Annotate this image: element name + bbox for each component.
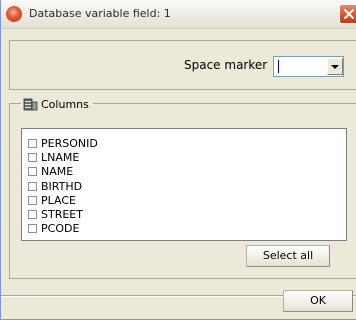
dropdown-arrow-button[interactable] (327, 58, 343, 75)
ok-button[interactable]: OK (283, 290, 353, 312)
column-label: NAME (41, 165, 74, 179)
column-label: PCODE (41, 222, 80, 236)
list-item[interactable]: PERSONID (22, 136, 346, 150)
column-checkbox[interactable] (28, 210, 37, 220)
chevron-down-icon (331, 65, 339, 69)
title-bar[interactable]: Database variable field: 1 (1, 0, 356, 29)
columns-legend: Columns (21, 97, 93, 111)
select-all-button[interactable]: Select all (246, 245, 330, 267)
app-icon (6, 6, 22, 22)
column-checkbox[interactable] (28, 152, 37, 162)
column-checkbox[interactable] (28, 195, 37, 205)
space-marker-combobox[interactable] (273, 56, 344, 77)
column-label: PERSONID (41, 136, 98, 150)
column-checkbox[interactable] (28, 224, 37, 234)
text-caret (278, 60, 279, 73)
window-title: Database variable field: 1 (29, 7, 171, 20)
column-label: PLACE (41, 193, 76, 207)
list-item[interactable]: LNAME (22, 150, 346, 164)
column-checkbox[interactable] (28, 167, 37, 177)
column-checkbox[interactable] (28, 181, 37, 191)
list-item[interactable]: NAME (22, 165, 346, 179)
columns-legend-label: Columns (41, 97, 89, 111)
space-marker-label: Space marker (184, 58, 268, 72)
column-label: STREET (41, 208, 83, 222)
column-label: LNAME (41, 150, 80, 164)
list-item[interactable]: BIRTHD (22, 179, 346, 193)
columns-list[interactable]: PERSONID LNAME NAME BIRTHD PLACE STREET … (21, 128, 347, 241)
column-checkbox[interactable] (28, 138, 37, 148)
list-item[interactable]: STREET (22, 207, 346, 221)
database-icon (23, 98, 38, 111)
column-label: BIRTHD (41, 179, 83, 193)
close-button[interactable] (339, 4, 356, 24)
list-item[interactable]: PCODE (22, 222, 346, 236)
list-item[interactable]: PLACE (22, 193, 346, 207)
close-icon (344, 9, 354, 19)
dialog-window: Database variable field: 1 Space marker … (0, 0, 356, 320)
